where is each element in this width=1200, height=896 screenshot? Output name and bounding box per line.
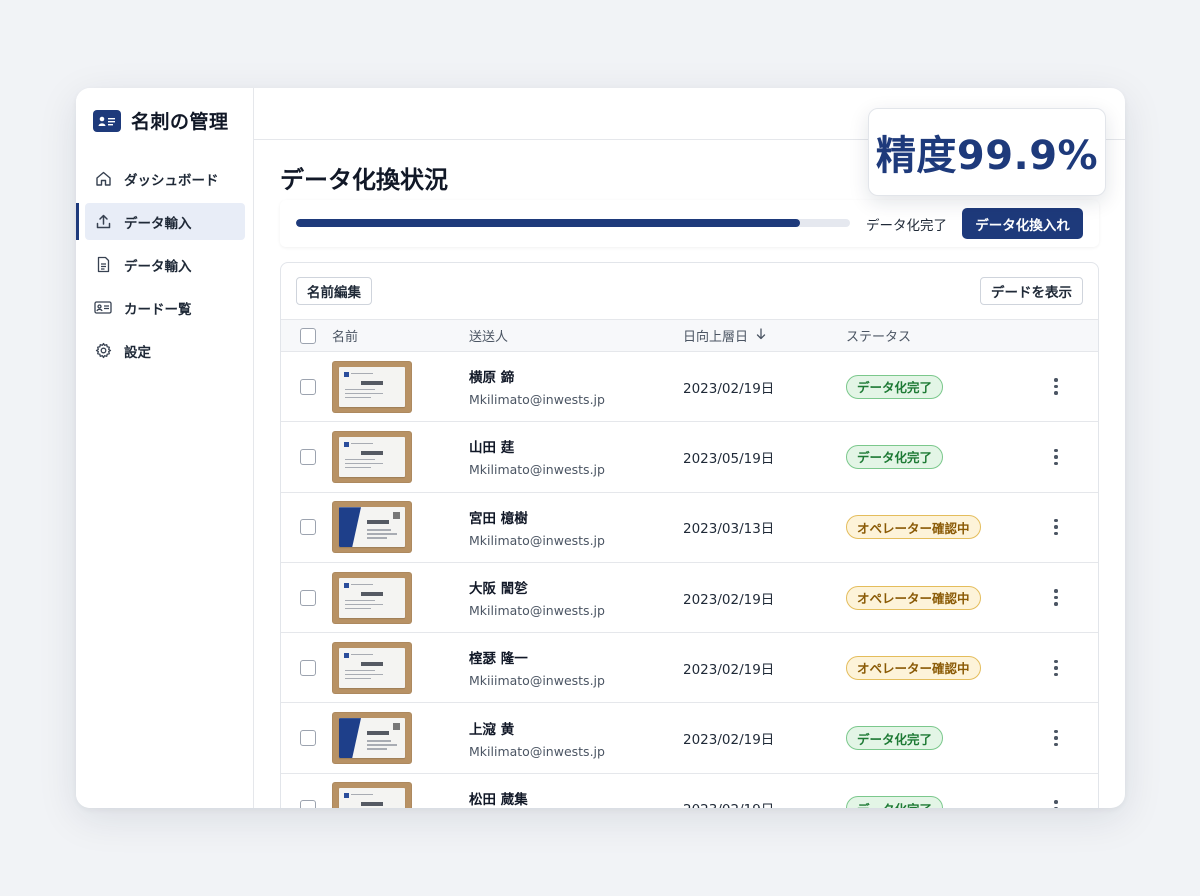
more-options-icon[interactable] — [1046, 659, 1066, 677]
person-email: Mkilimato@inwests.jp — [469, 392, 605, 408]
sidebar: 名刺の管理 ダッシュボード データ輸入 データ輸入 カードー覧 設定 — [76, 88, 254, 808]
header-sender[interactable]: 送送人 — [469, 320, 508, 351]
sidebar-item-dashboard[interactable]: ダッシュボード — [85, 160, 245, 197]
person-name: 上滱 黄 — [469, 721, 515, 738]
business-card-thumbnail[interactable] — [332, 501, 412, 554]
business-card-thumbnail[interactable] — [332, 360, 412, 413]
person-email: Mkilimato@inwests.jp — [469, 462, 605, 478]
edit-name-button[interactable]: 名前編集 — [296, 277, 372, 305]
cards-table: 名前編集 デードを表示 名前 送送人 日向上層日 ステータス 横原 鍗 Mkili… — [280, 262, 1099, 808]
sidebar-item-label: 設定 — [124, 344, 151, 361]
table-row[interactable]: 松田 蒇集Mkilimato@inwests.jp2023/02/19日データ化… — [281, 774, 1098, 808]
more-options-icon[interactable] — [1046, 729, 1066, 747]
more-options-icon[interactable] — [1046, 518, 1066, 536]
status-badge: オペレーター確認中 — [846, 655, 981, 680]
person-name: 榁瑟 隆一 — [469, 651, 528, 668]
business-card-thumbnail[interactable] — [332, 571, 412, 624]
progress-bar — [296, 219, 850, 227]
row-checkbox[interactable] — [300, 659, 316, 676]
person-email: Mkilimato@inwests.jp — [469, 603, 605, 619]
business-card-thumbnail[interactable] — [332, 430, 412, 483]
sidebar-item-card-list[interactable]: カードー覧 — [85, 289, 245, 326]
row-checkbox[interactable] — [300, 378, 316, 395]
id-card-logo-icon — [93, 109, 121, 132]
person-name: 山田 莛 — [469, 440, 515, 457]
sidebar-nav: ダッシュボード データ輸入 データ輸入 カードー覧 設定 — [76, 160, 245, 375]
person-email: Mkiiimato@inwests.jp — [469, 673, 605, 689]
registration-date: 2023/02/19日 — [683, 732, 775, 749]
table-toolbar: 名前編集 デードを表示 — [281, 263, 1098, 319]
header-status[interactable]: ステータス — [846, 320, 911, 351]
home-icon — [94, 170, 112, 188]
person-email: Mkilimato@inwests.jp — [469, 532, 605, 548]
registration-date: 2023/02/19日 — [683, 591, 775, 608]
table-row[interactable]: 山田 莛 Mkilimato@inwests.jp 2023/05/19日 データ化完… — [281, 422, 1098, 493]
app-window: 名刺の管理 ダッシュボード データ輸入 データ輸入 カードー覧 設定 データ化換… — [76, 88, 1125, 808]
header-date[interactable]: 日向上層日 — [683, 320, 766, 351]
person-name: 宮田 檍樹 — [469, 510, 528, 527]
progress-label: データ化完了 — [866, 218, 947, 234]
sidebar-item-label: ダッシュボード — [124, 172, 219, 189]
select-all-checkbox[interactable] — [300, 327, 316, 344]
sidebar-item-label: カードー覧 — [124, 301, 192, 318]
status-badge: オペレーター確認中 — [846, 515, 981, 540]
import-button[interactable]: データ化換入れ — [962, 208, 1083, 239]
business-card-thumbnail[interactable] — [332, 782, 412, 808]
status-badge: オペレーター確認中 — [846, 585, 981, 610]
row-checkbox[interactable] — [300, 800, 316, 808]
progress-panel: データ化完了 データ化換入れ — [280, 200, 1099, 247]
more-options-icon[interactable] — [1046, 378, 1066, 395]
table-row[interactable]: 榁瑟 隆一 Mkiiimato@inwests.jp 2023/02/19日 オペレー… — [281, 633, 1098, 704]
registration-date: 2023/02/19日 — [683, 661, 775, 678]
sidebar-item-data-import-docs[interactable]: データ輸入 — [85, 246, 245, 283]
registration-date: 2023/02/19日 — [683, 380, 775, 397]
person-email: Mkilimato@inwests.jp — [469, 743, 605, 759]
row-checkbox[interactable] — [300, 730, 316, 747]
app-title: 名刺の管理 — [131, 111, 229, 133]
header-date-label: 日向上層日 — [683, 330, 749, 345]
status-badge: データ化完了 — [846, 444, 944, 469]
table-row[interactable]: 横原 鍗 Mkilimato@inwests.jp 2023/02/19日 データ化完… — [281, 352, 1098, 423]
sidebar-item-settings[interactable]: 設定 — [85, 332, 245, 369]
row-checkbox[interactable] — [300, 589, 316, 606]
table-body: 横原 鍗 Mkilimato@inwests.jp 2023/02/19日 データ化完… — [281, 352, 1098, 808]
sort-down-arrow-icon — [756, 327, 766, 344]
sidebar-item-label: データ輸入 — [124, 258, 192, 275]
status-badge: データ化完了 — [846, 726, 944, 751]
table-row[interactable]: 大阪 誾乻 Mkilimato@inwests.jp 2023/02/19日 オペレー… — [281, 563, 1098, 634]
gear-icon — [94, 342, 112, 360]
table-row[interactable]: 宮田 檍樹 Mkilimato@inwests.jp 2023/03/13日 オペレー… — [281, 493, 1098, 563]
table-header: 名前 送送人 日向上層日 ステータス — [281, 319, 1098, 352]
row-checkbox[interactable] — [300, 448, 316, 465]
row-checkbox[interactable] — [300, 519, 316, 536]
id-card-icon — [94, 299, 112, 317]
upload-icon — [94, 213, 112, 231]
registration-date: 2023/03/13日 — [683, 521, 775, 538]
page-title: データ化換状況 — [280, 166, 448, 194]
person-name: 大阪 誾乻 — [469, 581, 528, 598]
progress-fill — [296, 219, 801, 227]
status-badge: データ化完了 — [846, 796, 944, 808]
view-button[interactable]: デードを表示 — [980, 277, 1083, 305]
sidebar-item-data-import[interactable]: データ輸入 — [76, 203, 245, 240]
header-name[interactable]: 名前 — [332, 320, 358, 351]
person-name: 横原 鍗 — [469, 370, 515, 387]
document-icon — [94, 256, 112, 274]
registration-date: 2023/05/19日 — [683, 450, 775, 467]
table-row[interactable]: 上滱 黄 Mkilimato@inwests.jp 2023/02/19日 データ化完… — [281, 703, 1098, 774]
person-name: 松田 蒇集 — [469, 791, 528, 808]
business-card-thumbnail[interactable] — [332, 641, 412, 694]
business-card-thumbnail[interactable] — [332, 712, 412, 765]
sidebar-item-label: データ輸入 — [124, 215, 192, 232]
more-options-icon[interactable] — [1046, 589, 1066, 606]
more-options-icon[interactable] — [1046, 800, 1066, 808]
accuracy-badge: 精度99.9% — [868, 108, 1106, 196]
status-badge: データ化完了 — [846, 374, 944, 399]
brand: 名刺の管理 — [93, 107, 229, 134]
more-options-icon[interactable] — [1046, 448, 1066, 466]
registration-date: 2023/02/19日 — [683, 774, 774, 808]
